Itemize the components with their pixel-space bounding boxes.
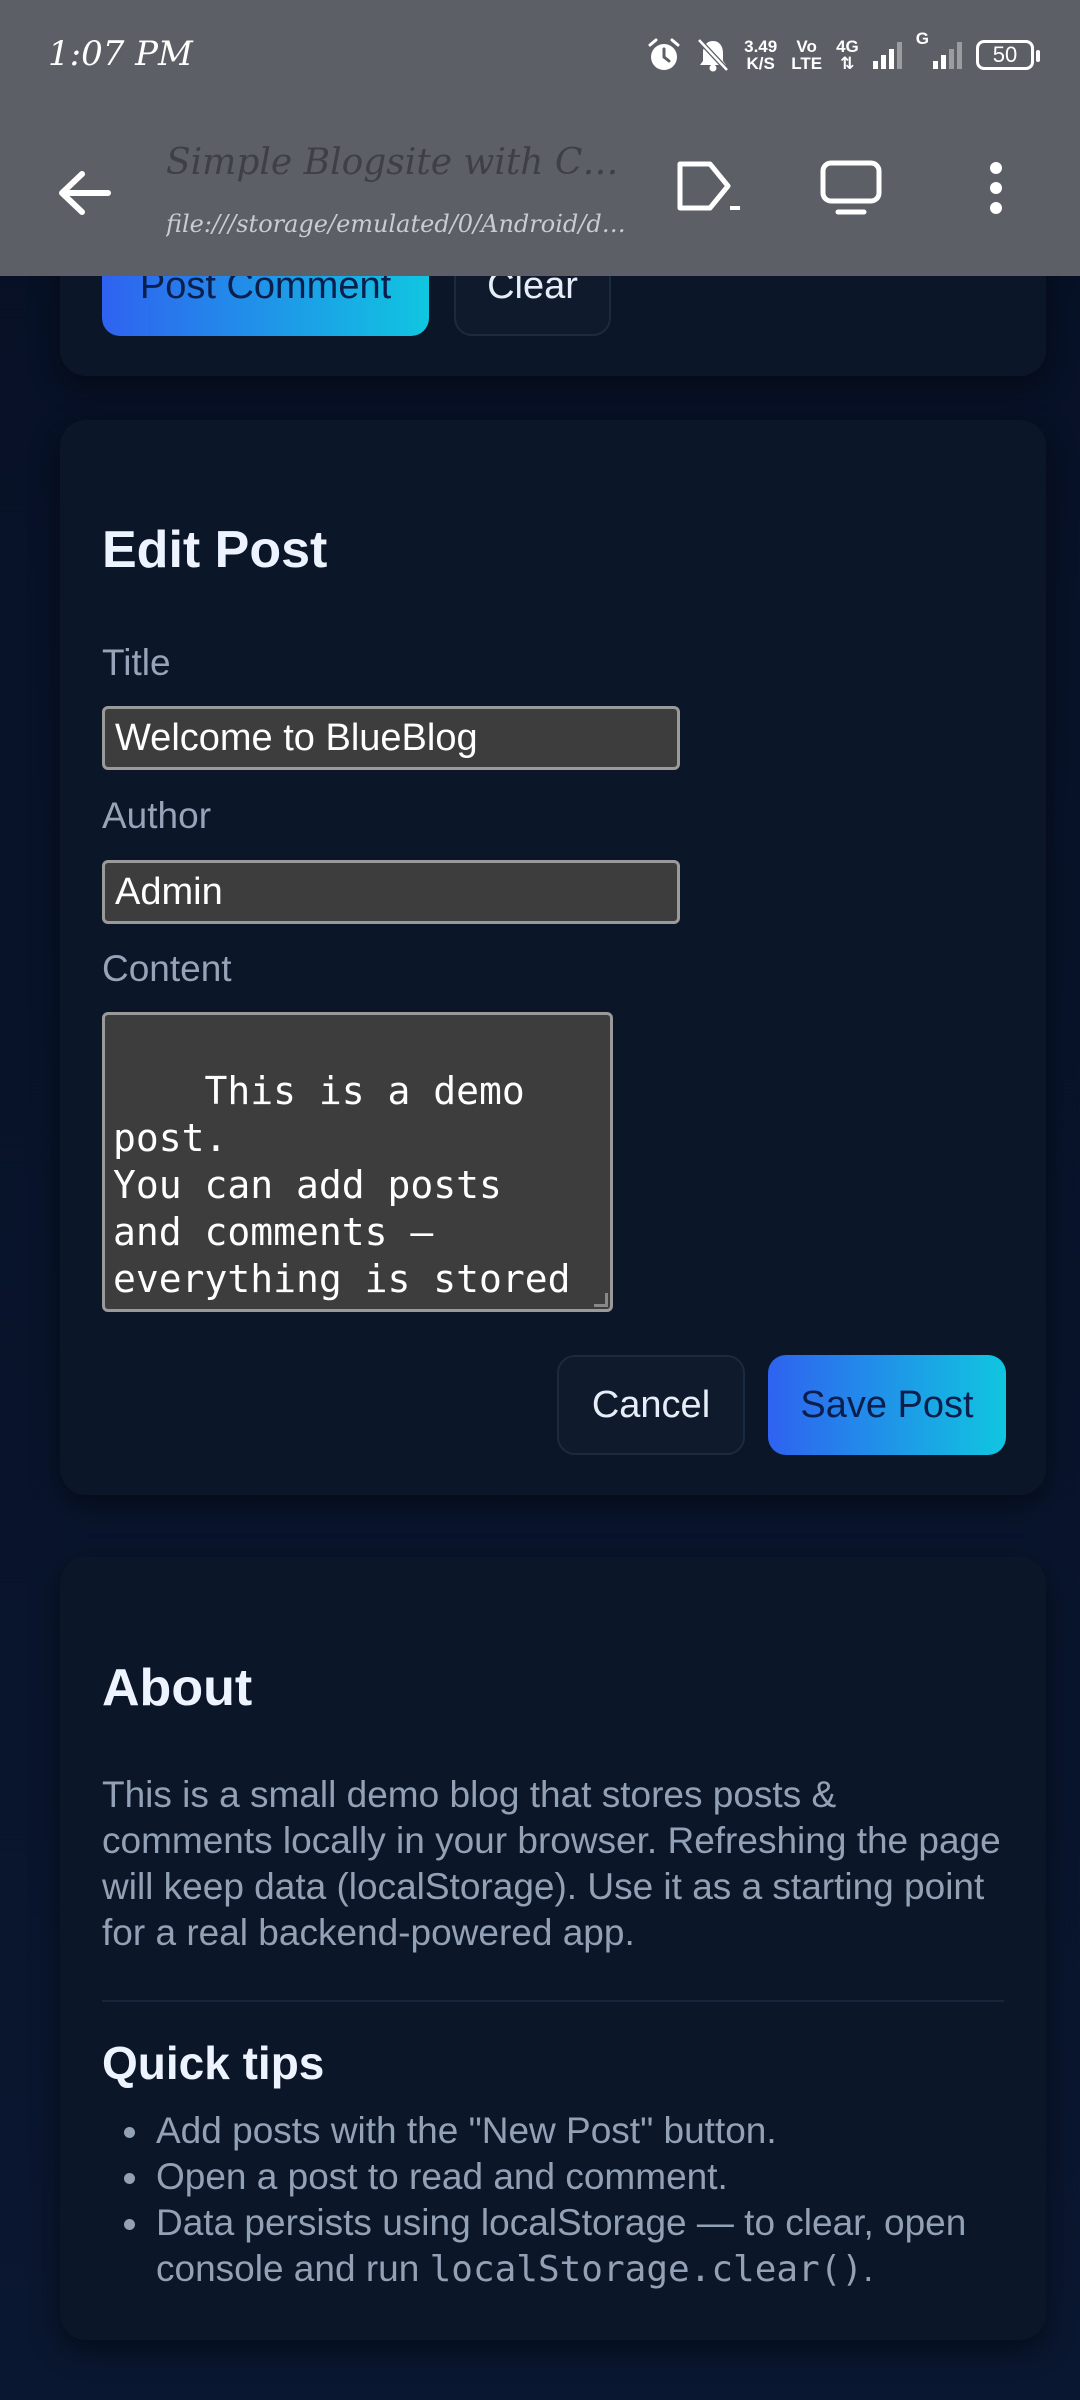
volte-indicator: Vo LTE <box>791 38 822 72</box>
network-speed: 3.49 K/S <box>744 38 777 72</box>
title-label: Title <box>102 642 171 683</box>
quick-tips-heading: Quick tips <box>102 2037 325 2089</box>
speed-value: 3.49 <box>744 37 778 56</box>
resize-handle-icon[interactable] <box>594 1293 608 1307</box>
tip-item: Add posts with the "New Post" button. <box>102 2108 1012 2154</box>
volte-bottom: LTE <box>791 54 823 73</box>
content-label: Content <box>102 948 232 989</box>
back-arrow-icon[interactable] <box>56 168 112 218</box>
screen-icon[interactable] <box>820 160 882 216</box>
divider <box>102 2000 1004 2002</box>
battery-icon: 50 <box>976 40 1040 70</box>
tip-item: Open a post to read and comment. <box>102 2154 1012 2200</box>
app-bar: Simple Blogsite with Comme... file:///st… <box>0 110 1080 276</box>
about-heading: About <box>102 1659 253 1717</box>
about-text: This is a small demo blog that stores po… <box>102 1774 1001 1953</box>
content-textarea[interactable]: This is a demo post. You can add posts a… <box>102 1012 613 1312</box>
network-g: G <box>915 29 929 48</box>
signal-icon <box>872 41 902 69</box>
battery-level: 50 <box>992 42 1018 67</box>
edit-post-heading: Edit Post <box>102 521 328 579</box>
author-label: Author <box>102 795 212 836</box>
signal-icon-2 <box>933 41 962 69</box>
tip-code: localStorage.clear() <box>429 2249 864 2290</box>
status-time: 1:07 PM <box>48 34 193 74</box>
volte-top: Vo <box>796 37 817 56</box>
author-input[interactable]: Admin <box>102 860 680 924</box>
network-4g: 4G ⇅ <box>836 38 859 72</box>
status-icons: 3.49 K/S Vo LTE 4G ⇅ G 50 <box>646 29 1040 80</box>
tip-end: . <box>863 2248 874 2289</box>
cancel-button[interactable]: Cancel <box>557 1355 745 1455</box>
status-bar: 1:07 PM 3.49 K/S Vo LTE 4G ⇅ G 50 <box>0 0 1080 110</box>
page-url: file:///storage/emulated/0/Android/dat..… <box>166 210 626 238</box>
alarm-icon <box>648 38 680 70</box>
speed-unit: K/S <box>746 54 775 73</box>
more-options-icon[interactable] <box>986 160 1006 216</box>
cast-icon[interactable] <box>676 160 744 216</box>
tips-list: Add posts with the "New Post" button. Op… <box>102 2108 1012 2293</box>
title-input[interactable]: Welcome to BlueBlog <box>102 706 680 770</box>
network-4g-label: 4G <box>836 37 859 56</box>
data-arrows-icon: ⇅ <box>840 54 855 73</box>
mute-bell-icon <box>697 38 729 72</box>
page: Post Comment Clear Edit Post Title Welco… <box>0 0 1080 2400</box>
page-title: Simple Blogsite with Comme... <box>166 142 626 183</box>
tip-item: Data persists using localStorage — to cl… <box>102 2200 1012 2293</box>
save-post-button[interactable]: Save Post <box>768 1355 1006 1455</box>
content-text: This is a demo post. You can add posts a… <box>113 1069 571 1309</box>
